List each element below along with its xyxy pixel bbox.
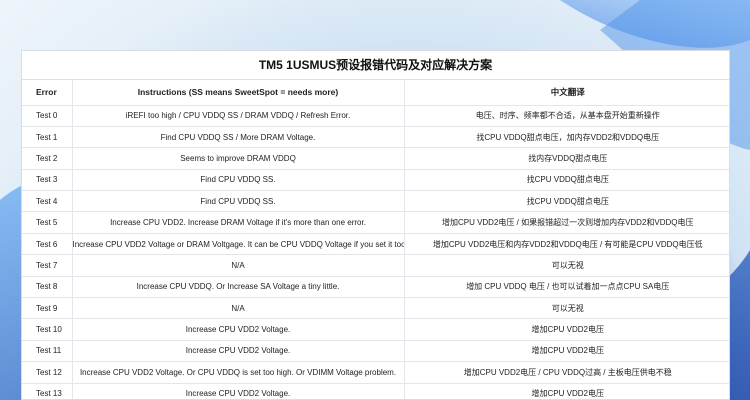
cell-error: Test 3 [22, 169, 72, 192]
cell-chinese: 可以无视 [403, 254, 729, 277]
table-row: Test 1 Find CPU VDDQ SS / More DRAM Volt… [22, 126, 729, 149]
cell-chinese: 增加CPU VDD2电压 [403, 383, 729, 399]
cell-chinese: 增加CPU VDD2电压 [403, 340, 729, 363]
table-title: TM5 1USMUS预设报错代码及对应解决方案 [22, 51, 729, 80]
cell-error: Test 6 [22, 233, 72, 256]
cell-chinese: 找内存VDDQ甜点电压 [403, 147, 729, 170]
cell-chinese: 找CPU VDDQ甜点电压 [403, 169, 729, 192]
cell-chinese: 增加 CPU VDDQ 电压 / 也可以试着加一点点CPU SA电压 [403, 276, 729, 299]
cell-instructions: Increase CPU VDD2 Voltage. [71, 318, 404, 341]
cell-chinese: 增加CPU VDD2电压和内存VDD2和VDDQ电压 / 有可能是CPU VDD… [403, 233, 729, 256]
cell-chinese: 增加CPU VDD2电压 / 如果报错超过一次则增加内存VDD2和VDDQ电压 [403, 211, 729, 234]
cell-error: Test 0 [22, 105, 72, 127]
cell-instructions: Increase CPU VDD2. Increase DRAM Voltage… [71, 211, 404, 234]
cell-chinese: 可以无视 [403, 297, 729, 320]
cell-instructions: N/A [71, 254, 404, 277]
table-row: Test 13 Increase CPU VDD2 Voltage. 增加CPU… [22, 383, 729, 399]
cell-instructions: Increase CPU VDD2 Voltage or DRAM Voltga… [71, 233, 404, 256]
cell-error: Test 8 [22, 276, 72, 299]
cell-instructions: Find CPU VDDQ SS / More DRAM Voltage. [71, 126, 404, 149]
cell-instructions: Find CPU VDDQ SS. [71, 169, 404, 192]
header-error: Error [22, 80, 72, 106]
cell-instructions: Increase CPU VDD2 Voltage. [71, 383, 404, 399]
table-row: Test 12 Increase CPU VDD2 Voltage. Or CP… [22, 361, 729, 384]
table-row: Test 7 N/A 可以无视 [22, 254, 729, 277]
table-row: Test 0 iREFI too high / CPU VDDQ SS / DR… [22, 105, 729, 127]
cell-chinese: 增加CPU VDD2电压 / CPU VDDQ过高 / 主板电压供电不稳 [403, 361, 729, 384]
table-header-row: Error Instructions (SS means SweetSpot =… [22, 80, 729, 106]
table-row: Test 5 Increase CPU VDD2. Increase DRAM … [22, 211, 729, 234]
cell-instructions: Increase CPU VDDQ. Or Increase SA Voltag… [71, 276, 404, 299]
table-row: Test 11 Increase CPU VDD2 Voltage. 增加CPU… [22, 340, 729, 363]
cell-chinese: 找CPU VDDQ甜点电压 [403, 190, 729, 213]
cell-instructions: iREFI too high / CPU VDDQ SS / DRAM VDDQ… [71, 105, 404, 127]
table-row: Test 6 Increase CPU VDD2 Voltage or DRAM… [22, 233, 729, 256]
cell-instructions: N/A [71, 297, 404, 320]
table-row: Test 8 Increase CPU VDDQ. Or Increase SA… [22, 276, 729, 299]
cell-error: Test 7 [22, 254, 72, 277]
cell-error: Test 13 [22, 383, 72, 399]
cell-instructions: Increase CPU VDD2 Voltage. [71, 340, 404, 363]
cell-error: Test 10 [22, 318, 72, 341]
cell-error: Test 11 [22, 340, 72, 363]
cell-chinese: 增加CPU VDD2电压 [403, 318, 729, 341]
cell-chinese: 找CPU VDDQ甜点电压，加内存VDD2和VDDQ电压 [403, 126, 729, 149]
table-panel: TM5 1USMUS预设报错代码及对应解决方案 Error Instructio… [21, 50, 730, 400]
header-instructions: Instructions (SS means SweetSpot = needs… [71, 80, 404, 106]
table-row: Test 2 Seems to improve DRAM VDDQ 找内存VDD… [22, 147, 729, 170]
table-row: Test 9 N/A 可以无视 [22, 297, 729, 320]
table-row: Test 10 Increase CPU VDD2 Voltage. 增加CPU… [22, 318, 729, 341]
cell-error: Test 9 [22, 297, 72, 320]
table-row: Test 3 Find CPU VDDQ SS. 找CPU VDDQ甜点电压 [22, 169, 729, 192]
table-row: Test 4 Find CPU VDDQ SS. 找CPU VDDQ甜点电压 [22, 190, 729, 213]
cell-chinese: 电压、时序、频率都不合适，从基本盘开始重新操作 [403, 105, 729, 127]
cell-instructions: Find CPU VDDQ SS. [71, 190, 404, 213]
cell-instructions: Seems to improve DRAM VDDQ [71, 147, 404, 170]
cell-error: Test 4 [22, 190, 72, 213]
error-table: Error Instructions (SS means SweetSpot =… [22, 80, 729, 399]
cell-error: Test 12 [22, 361, 72, 384]
cell-error: Test 5 [22, 211, 72, 234]
cell-error: Test 1 [22, 126, 72, 149]
cell-error: Test 2 [22, 147, 72, 170]
header-chinese: 中文翻译 [403, 80, 729, 106]
cell-instructions: Increase CPU VDD2 Voltage. Or CPU VDDQ i… [71, 361, 404, 384]
